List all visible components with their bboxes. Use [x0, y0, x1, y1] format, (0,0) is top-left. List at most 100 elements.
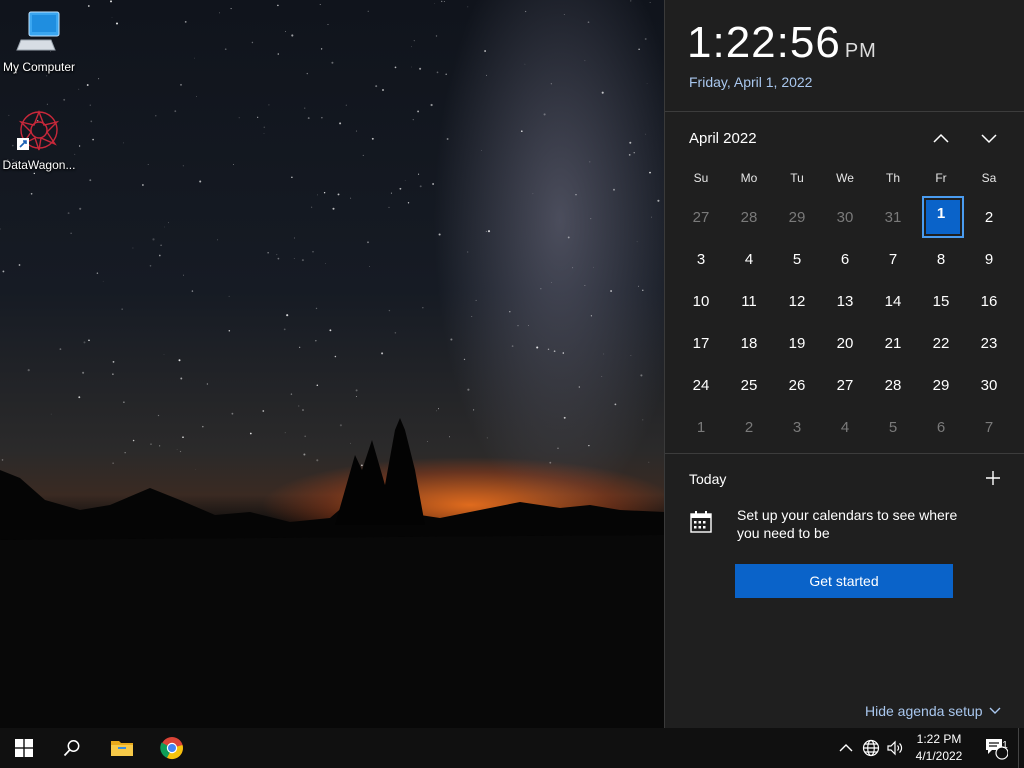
calendar-day-number: 28: [740, 208, 758, 226]
chrome-button[interactable]: [148, 728, 196, 768]
calendar-day[interactable]: 1: [677, 406, 725, 448]
calendar-day[interactable]: 29: [917, 364, 965, 406]
calendar-day-number: 30: [980, 376, 998, 394]
calendar-day-today[interactable]: 1: [917, 196, 965, 238]
calendar-day[interactable]: 2: [725, 406, 773, 448]
desktop-icon-datawagon[interactable]: DataWagon...: [0, 108, 78, 172]
calendar-day-number: 29: [788, 208, 806, 226]
volume-button[interactable]: [885, 738, 905, 758]
calendar-week-row: 3 4 5 6 7 8 9: [677, 238, 1013, 280]
calendar-day-number: 1: [696, 418, 706, 436]
calendar-day[interactable]: 5: [773, 238, 821, 280]
calendar-day-number: 4: [840, 418, 850, 436]
taskbar: 1:22 PM 4/1/2022 1: [0, 728, 1024, 768]
date-long-link[interactable]: Friday, April 1, 2022: [689, 74, 812, 90]
calendar-day[interactable]: 3: [773, 406, 821, 448]
chevron-down-icon: [989, 707, 1001, 714]
calendar-day[interactable]: 24: [677, 364, 725, 406]
calendar-week-row: 17 18 19 20 21 22 23: [677, 322, 1013, 364]
calendar-day[interactable]: 27: [677, 196, 725, 238]
calendar-day-number: 15: [932, 292, 950, 310]
calendar-day[interactable]: 31: [869, 196, 917, 238]
calendar-day[interactable]: 23: [965, 322, 1013, 364]
calendar-grid: Su Mo Tu We Th Fr Sa 27 28 29 30 31 1 2 3 4 5 6 7 8 9 10 11 12…: [677, 160, 1013, 448]
calendar-day[interactable]: 21: [869, 322, 917, 364]
calendar-day[interactable]: 9: [965, 238, 1013, 280]
desktop-icon-my-computer[interactable]: My Computer: [0, 10, 78, 74]
calendar-day-number: 7: [888, 250, 898, 268]
divider: [665, 453, 1024, 454]
add-event-button[interactable]: [981, 466, 1005, 490]
calendar-day[interactable]: 4: [725, 238, 773, 280]
calendar-day[interactable]: 10: [677, 280, 725, 322]
calendar-day[interactable]: 19: [773, 322, 821, 364]
next-month-button[interactable]: [975, 126, 1003, 150]
calendar-day[interactable]: 14: [869, 280, 917, 322]
calendar-day-number: 23: [980, 334, 998, 352]
day-of-week-label: Mo: [740, 171, 758, 185]
calendar-day-number: 25: [740, 376, 758, 394]
calendar-day[interactable]: 29: [773, 196, 821, 238]
calendar-day[interactable]: 6: [821, 238, 869, 280]
calendar-day[interactable]: 22: [917, 322, 965, 364]
network-button[interactable]: [861, 738, 881, 758]
show-desktop-button[interactable]: [1018, 728, 1024, 768]
calendar-day[interactable]: 15: [917, 280, 965, 322]
calendar-day-number: 2: [744, 418, 754, 436]
calendar-day[interactable]: 30: [821, 196, 869, 238]
calendar-day[interactable]: 30: [965, 364, 1013, 406]
action-center-button[interactable]: 1: [978, 728, 1014, 768]
previous-month-button[interactable]: [927, 126, 955, 150]
calendar-day[interactable]: 25: [725, 364, 773, 406]
calendar-day[interactable]: 17: [677, 322, 725, 364]
calendar-day[interactable]: 16: [965, 280, 1013, 322]
agenda-title: Today: [689, 471, 727, 487]
clock-ampm: PM: [844, 40, 877, 62]
day-of-week-label: Sa: [981, 171, 997, 185]
show-hidden-icons-button[interactable]: [836, 738, 856, 758]
calendar-day[interactable]: 2: [965, 196, 1013, 238]
calendar-day-number: 29: [932, 376, 950, 394]
calendar-day-number: 1: [936, 205, 946, 222]
calendar-day[interactable]: 7: [869, 238, 917, 280]
calendar-day[interactable]: 26: [773, 364, 821, 406]
plus-icon: [986, 471, 1000, 485]
get-started-button[interactable]: Get started: [735, 564, 953, 598]
calendar-day[interactable]: 18: [725, 322, 773, 364]
calendar-day[interactable]: 20: [821, 322, 869, 364]
calendar-day-number: 13: [836, 292, 854, 310]
calendar-day[interactable]: 4: [821, 406, 869, 448]
search-icon: [63, 740, 80, 757]
calendar-day[interactable]: 12: [773, 280, 821, 322]
calendar-day[interactable]: 11: [725, 280, 773, 322]
calendar-day[interactable]: 7: [965, 406, 1013, 448]
calendar-day[interactable]: 28: [869, 364, 917, 406]
calendar-day-number: 6: [840, 250, 850, 268]
calendar-day[interactable]: 3: [677, 238, 725, 280]
calendar-day[interactable]: 5: [869, 406, 917, 448]
agenda-message: Set up your calendars to see where you n…: [737, 507, 958, 541]
globe-network-icon: [862, 739, 880, 757]
calendar-week-row: 27 28 29 30 31 1 2: [677, 196, 1013, 238]
taskbar-time: 1:22 PM: [916, 732, 962, 746]
calendar-day[interactable]: 13: [821, 280, 869, 322]
calendar-day[interactable]: 8: [917, 238, 965, 280]
month-label[interactable]: April 2022: [689, 130, 757, 147]
start-button[interactable]: [0, 728, 48, 768]
calendar-day[interactable]: 6: [917, 406, 965, 448]
chevron-up-icon: [839, 744, 853, 752]
calendar-day-number: 14: [884, 292, 902, 310]
taskbar-clock[interactable]: 1:22 PM 4/1/2022: [906, 731, 972, 765]
calendar-day-number: 2: [984, 208, 994, 226]
calendar-day-number: 4: [744, 250, 754, 268]
day-of-week-label: Fr: [935, 171, 947, 185]
calendar-day-number: 30: [836, 208, 854, 226]
calendar-day-number: 5: [792, 250, 802, 268]
calendar-day-number: 22: [932, 334, 950, 352]
datawagon-icon: [15, 108, 63, 156]
search-button[interactable]: [48, 728, 96, 768]
calendar-day[interactable]: 27: [821, 364, 869, 406]
calendar-day[interactable]: 28: [725, 196, 773, 238]
file-explorer-button[interactable]: [98, 728, 146, 768]
hide-agenda-setup-link[interactable]: Hide agenda setup: [865, 703, 1001, 719]
